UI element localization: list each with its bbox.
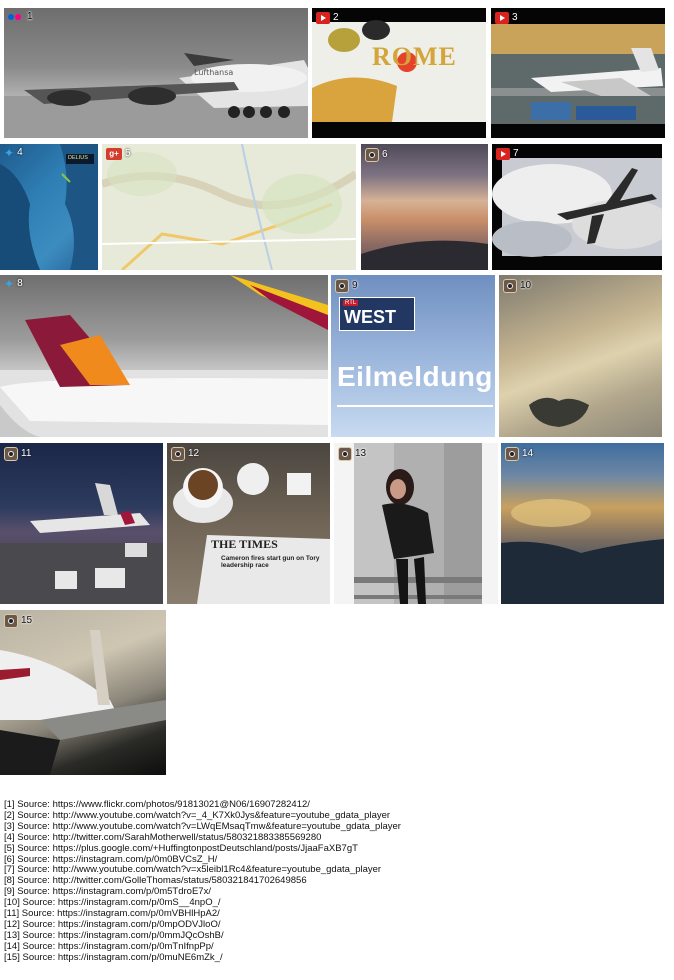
newspaper-headline: Cameron fires start gun on Tory leadersh… (221, 555, 320, 569)
svg-text:Lufthansa: Lufthansa (194, 68, 233, 77)
source-badge: 12 (171, 447, 199, 461)
source-item[interactable]: [15] Source: https://instagram.com/p/0mu… (4, 952, 664, 964)
instagram-icon (171, 447, 185, 461)
tile-number: 14 (522, 448, 534, 459)
airplane-photo: Lufthansa (4, 53, 308, 138)
tile-number: 5 (125, 148, 131, 159)
instagram-icon (365, 148, 379, 162)
tile-number: 3 (512, 12, 518, 23)
airplane-photo (0, 630, 166, 775)
map-image (0, 144, 98, 270)
video-tile-7[interactable]: 7 (492, 144, 662, 270)
instagram-tile-11[interactable]: 11 (0, 443, 163, 604)
tile-number: 2 (333, 12, 339, 23)
flickr-icon (8, 13, 24, 21)
instagram-tile-10[interactable]: 10 (499, 275, 662, 437)
rome-text: ROME (372, 42, 457, 71)
airport-photo (0, 483, 163, 604)
twitter-icon: ✦ (4, 277, 15, 291)
aerial-photo (529, 397, 589, 427)
video-thumbnail (312, 20, 486, 122)
tile-number: 11 (21, 448, 32, 459)
divider (337, 405, 493, 407)
tile-number: 15 (21, 615, 33, 626)
eilmeldung-headline: Eilmeldung (337, 361, 493, 392)
instagram-icon (503, 279, 517, 293)
instagram-tile-13[interactable]: 13 (334, 443, 498, 604)
tile-number: 12 (188, 448, 200, 459)
video-tile-3[interactable]: 3 (491, 8, 665, 138)
rtl-label: RTL (343, 300, 359, 306)
photo-tile-1[interactable]: Lufthansa 1 (4, 8, 308, 138)
twitter-icon: ✦ (4, 146, 15, 160)
tile-number: 13 (355, 448, 367, 459)
instagram-icon (4, 447, 18, 461)
video-thumbnail (491, 24, 665, 124)
tile-number: 4 (17, 147, 23, 158)
instagram-icon (4, 614, 18, 628)
video-thumbnail (492, 158, 662, 257)
source-badge: 10 (503, 279, 531, 293)
airplane-photo (0, 275, 328, 437)
youtube-icon (316, 12, 330, 24)
source-item[interactable]: [5] Source: https://plus.google.com/+Huf… (4, 843, 664, 855)
sky-photo (361, 240, 488, 270)
tile-number: 6 (382, 149, 388, 160)
tile-number: 10 (520, 280, 532, 291)
selfie-photo (354, 443, 482, 604)
instagram-icon (338, 447, 352, 461)
tile-number: 1 (27, 11, 33, 22)
rtl-west-logo: RTL WEST (339, 297, 415, 331)
source-badge: 14 (505, 447, 533, 461)
youtube-icon (495, 12, 509, 24)
tile-number: 9 (352, 280, 358, 291)
source-badge: 1 (8, 12, 33, 22)
instagram-icon (505, 447, 519, 461)
source-badge: 6 (365, 148, 388, 162)
source-badge: 9 (335, 279, 358, 293)
coffee-photo (173, 463, 330, 604)
source-badge: 2 (316, 12, 339, 24)
tweet-tile-4[interactable]: DELIUS ✦ 4 (0, 144, 98, 270)
instagram-tile-12[interactable]: THE TIMES Cameron fires start gun on Tor… (167, 443, 330, 604)
tweet-tile-8[interactable]: ✦ 8 (0, 275, 328, 437)
source-badge: ✦ 8 (4, 277, 23, 291)
map-label: DELIUS (68, 155, 88, 161)
instagram-tile-6[interactable]: 6 (361, 144, 488, 270)
map-image (102, 144, 356, 270)
source-badge: 13 (338, 447, 366, 461)
youtube-icon (496, 148, 510, 160)
source-item[interactable]: [4] Source: http://twitter.com/SarahMoth… (4, 832, 664, 844)
instagram-tile-14[interactable]: 14 (501, 443, 664, 604)
aerial-photo (501, 499, 664, 604)
source-badge: g+ 5 (106, 148, 131, 160)
tile-number: 8 (17, 278, 23, 289)
newspaper-masthead: THE TIMES (211, 537, 278, 551)
source-badge: 7 (496, 148, 519, 160)
post-tile-5[interactable]: g+ 5 (102, 144, 356, 270)
tile-number: 7 (513, 148, 519, 159)
source-badge: ✦ 4 (4, 146, 23, 160)
instagram-tile-15[interactable]: 15 (0, 610, 166, 775)
source-badge: 15 (4, 614, 32, 628)
instagram-tile-9[interactable]: RTL WEST Eilmeldung 9 (331, 275, 495, 437)
source-badge: 11 (4, 447, 31, 461)
google-plus-icon: g+ (106, 148, 122, 160)
source-list: [1] Source: https://www.flickr.com/photo… (4, 799, 664, 964)
video-tile-2[interactable]: ROME 2 (312, 8, 486, 138)
instagram-icon (335, 279, 349, 293)
west-label: WEST (344, 307, 396, 327)
source-badge: 3 (495, 12, 518, 24)
